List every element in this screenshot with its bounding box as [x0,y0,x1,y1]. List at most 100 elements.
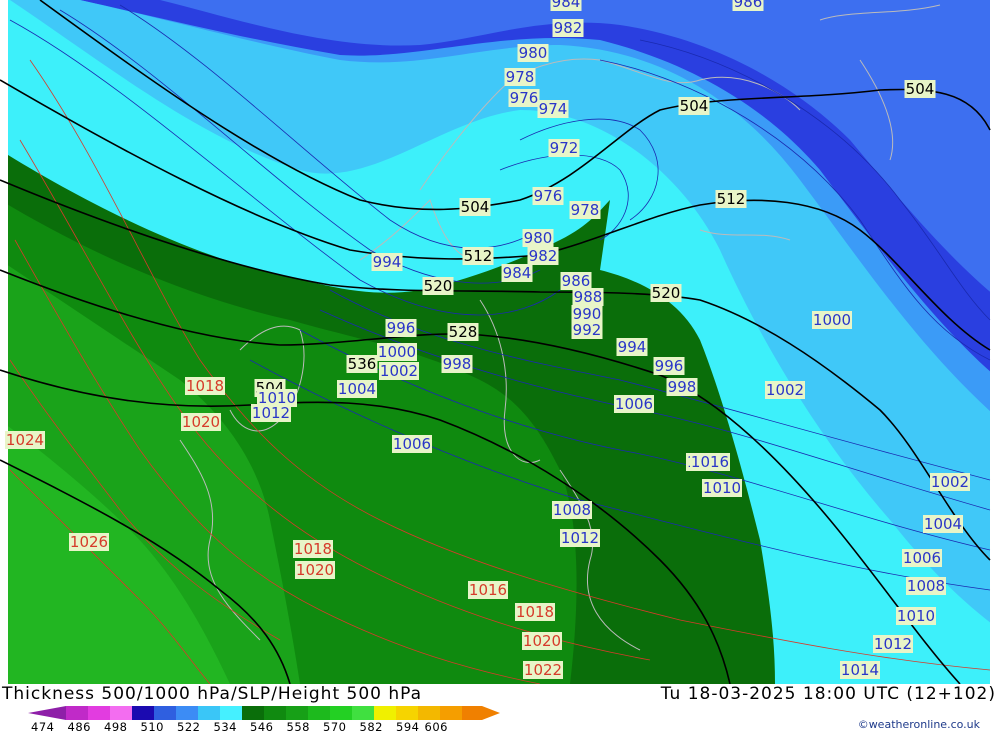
colorbar-swatch [220,706,243,720]
colorbar-swatch [286,706,309,720]
slp-low-label-21: 996 [653,357,685,375]
colorbar-swatch [110,706,133,720]
colorbar-swatch [242,706,265,720]
slp-high-label-text: 1016 [469,581,507,599]
slp-low-label-text: 998 [443,355,472,373]
slp-low-label-16: 992 [571,321,603,339]
slp-low-label-text: 1010 [897,607,935,625]
slp-low-label-text: 992 [573,321,602,339]
slp-low-label-text: 996 [387,319,416,337]
slp-high-label-7: 1018 [515,603,555,621]
slp-high-label-4: 1018 [293,540,333,558]
slp-high-label-6: 1016 [468,581,508,599]
height-label-text: 512 [464,247,493,265]
slp-low-label-text: 1002 [931,473,969,491]
colorbar-swatch [352,706,375,720]
height-label-2: 504 [904,80,936,98]
slp-high-label-text: 1024 [6,431,44,449]
slp-low-label-24: 1002 [379,362,419,380]
slp-low-label-23: 1000 [377,343,417,361]
slp-low-label-40: 1010 [896,607,936,625]
colorbar-swatch [264,706,287,720]
colorbar-swatch [462,706,500,720]
slp-low-label-text: 1000 [813,311,851,329]
slp-low-label-25: 1004 [337,380,377,398]
slp-low-label-18: 994 [616,338,648,356]
map-left-margin [0,0,8,684]
colorbar-swatch [198,706,221,720]
slp-low-label-8: 976 [532,187,564,205]
height-label-text: 504 [680,97,709,115]
height-label-6: 520 [650,284,682,302]
valid-time: Tu 18-03-2025 18:00 UTC (12+102) [660,684,996,704]
map-title: Thickness 500/1000 hPa/SLP/Height 500 hP… [2,684,423,704]
slp-low-label-text: 986 [734,0,763,11]
slp-low-label-text: 978 [506,68,535,86]
slp-low-label-19: 996 [385,319,417,337]
colorbar-swatch [418,706,441,720]
slp-low-label-text: 1000 [378,343,416,361]
slp-low-label-42: 1014 [840,661,880,679]
colorbar-swatch [28,706,66,720]
colorbar-tick-label: 510 [140,720,164,734]
slp-high-label-text: 1018 [186,377,224,395]
colorbar-tick-label: 534 [213,720,237,734]
colorbar-swatch [308,706,331,720]
colorbar-tick-label: 474 [31,720,55,734]
colorbar-tick-label: 486 [67,720,91,734]
slp-low-label-36: 1002 [930,473,970,491]
slp-low-label-text: 1008 [907,577,945,595]
credit: ©weatheronline.co.uk [857,718,980,731]
colorbar-tick-label: 498 [104,720,128,734]
height-label-1: 504 [678,97,710,115]
colorbar-swatch [396,706,419,720]
slp-low-label-text: 984 [503,264,532,282]
colorbar-tick-label: 606 [424,720,448,734]
slp-low-label-34: 1012 [560,529,600,547]
slp-low-label-text: 978 [571,201,600,219]
colorbar-swatch [154,706,177,720]
height-label-text: 512 [717,190,746,208]
slp-high-label-text: 1018 [516,603,554,621]
slp-low-label-text: 982 [554,19,583,37]
slp-low-label-30: 1000 [812,311,852,329]
slp-high-label-text: 1026 [70,533,108,551]
colorbar [28,706,500,720]
slp-high-label-8: 1020 [522,632,562,650]
slp-low-label-text: 994 [373,253,402,271]
slp-low-label-text: 1010 [703,479,741,497]
slp-low-label-4: 978 [504,68,536,86]
slp-low-label-32: 1006 [614,395,654,413]
map-right-margin [990,0,1000,684]
slp-low-label-text: 972 [550,139,579,157]
slp-high-label-1: 1020 [181,413,221,431]
slp-low-label-text: 996 [655,357,684,375]
slp-low-label-7: 972 [548,139,580,157]
slp-low-label-11: 982 [527,247,559,265]
slp-low-label-text: 1002 [766,381,804,399]
slp-low-label-text: 980 [524,229,553,247]
slp-low-label-41: 1012 [873,635,913,653]
slp-low-label-text: 984 [552,0,581,11]
height-label-3: 512 [462,247,494,265]
colorbar-ticks: 474 486 498 510 522 534 546 558 570 582 594 606 [0,720,520,734]
slp-low-label-17: 994 [371,253,403,271]
slp-low-label-39: 1008 [906,577,946,595]
slp-low-label-text: 976 [534,187,563,205]
slp-low-label-text: 1008 [553,501,591,519]
slp-low-label-text: 1002 [380,362,418,380]
slp-high-label-9: 1022 [523,661,563,679]
slp-high-label-2: 1024 [5,431,45,449]
colorbar-swatch [330,706,353,720]
slp-low-label-14: 988 [572,288,604,306]
colorbar-tick-label: 582 [359,720,383,734]
slp-low-label-text: 1006 [903,549,941,567]
slp-low-label-text: 1006 [615,395,653,413]
slp-low-label-text: 998 [668,378,697,396]
slp-low-label-5: 976 [508,89,540,107]
slp-high-label-text: 1022 [524,661,562,679]
height-label-text: 504 [906,80,935,98]
slp-low-label-text: 1004 [924,515,962,533]
slp-high-label-5: 1020 [295,561,335,579]
weather-map: 504504504512512520 520528536504 984 986982… [0,0,1000,684]
